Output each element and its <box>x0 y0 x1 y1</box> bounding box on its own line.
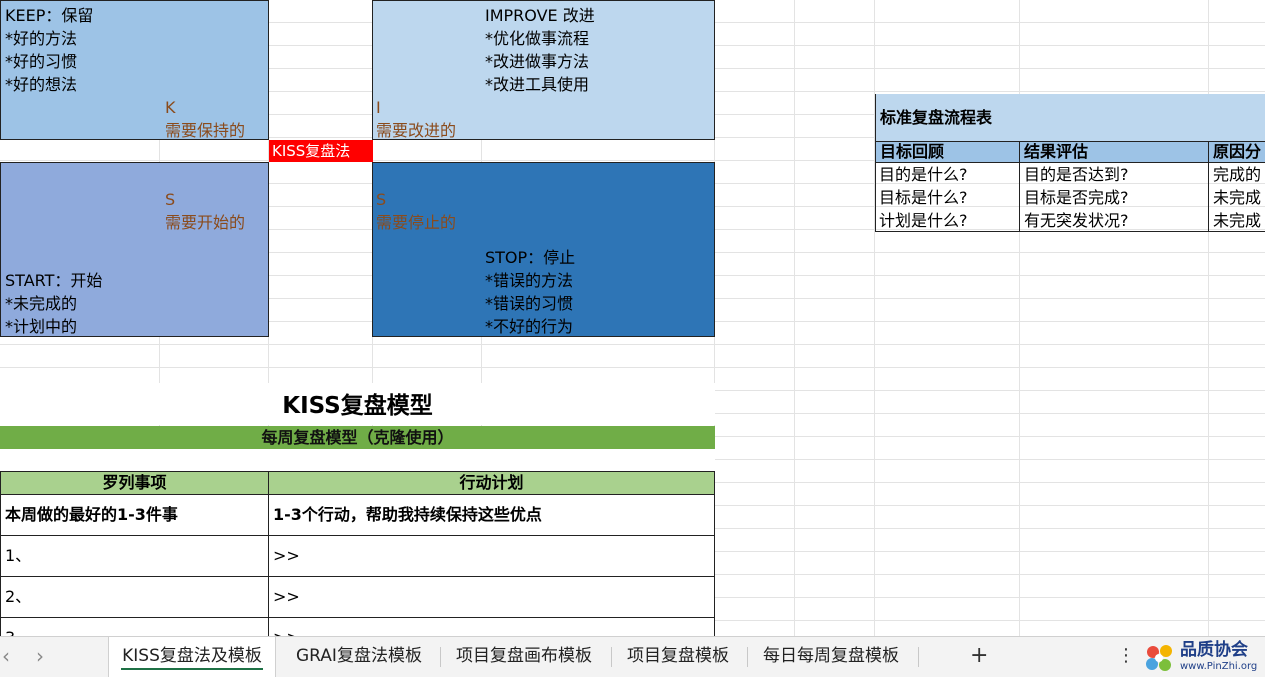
more-options-icon[interactable]: ⋮ <box>1117 637 1135 677</box>
improve-line-1: IMPROVE 改进 <box>485 6 595 25</box>
improve-line-3: *改进做事方法 <box>485 52 590 71</box>
review-header-result[interactable]: 结果评估 <box>1019 141 1209 163</box>
table-row-1-cause[interactable]: 完成的 <box>1209 164 1265 186</box>
scroll-right-icon[interactable]: › <box>36 637 44 677</box>
tab-daily-weekly-label: 每日每周复盘模板 <box>763 646 899 666</box>
improve-letter: I <box>376 98 381 117</box>
table-row-2-cause[interactable]: 未完成 <box>1209 187 1265 209</box>
review-table: 标准复盘流程表 目标回顾 结果评估 原因分 目的是什么? 目的是否达到? 完成的… <box>875 94 1265 232</box>
model-row-1-item[interactable]: 1、 <box>0 535 269 577</box>
kiss-center-label[interactable]: KISS复盘法 <box>269 140 373 162</box>
keep-line-3: *好的习惯 <box>5 52 78 71</box>
stop-line-1: STOP：停止 <box>485 248 576 267</box>
model-row-best-plan[interactable]: 1-3个行动，帮助我持续保持这些优点 <box>268 494 715 536</box>
stop-line-2: *错误的方法 <box>485 271 574 290</box>
table-row-3-cause[interactable]: 未完成 <box>1209 210 1265 232</box>
start-quadrant[interactable]: S 需要开始的 START：开始 *未完成的 *计划中的 <box>0 162 269 337</box>
model-row-2-plan[interactable]: >> <box>268 576 715 618</box>
keep-line-4: *好的想法 <box>5 75 78 94</box>
stop-letter: S <box>376 190 387 209</box>
add-sheet-button[interactable]: + <box>970 637 988 677</box>
start-line-2: *未完成的 <box>5 294 78 313</box>
keep-need: 需要保持的 <box>165 121 246 140</box>
review-header-goal[interactable]: 目标回顾 <box>875 141 1020 163</box>
improve-line-2: *优化做事流程 <box>485 29 590 48</box>
start-need: 需要开始的 <box>165 213 246 232</box>
model-row-3-plan[interactable]: >> <box>268 617 715 636</box>
stop-line-4: *不好的行为 <box>485 317 574 336</box>
model-header-plan[interactable]: 行动计划 <box>268 471 715 495</box>
model-row-best-items[interactable]: 本周做的最好的1-3件事 <box>0 494 269 536</box>
table-row-3-goal[interactable]: 计划是什么? <box>875 210 1019 232</box>
review-header-cause[interactable]: 原因分 <box>1208 141 1265 163</box>
sheet-tab-bar: ‹ › KISS复盘法及模板 GRAI复盘法模板 项目复盘画布模板 项目复盘模板… <box>0 636 1265 677</box>
tab-kiss[interactable]: KISS复盘法及模板 <box>108 637 276 677</box>
model-title[interactable]: KISS复盘模型 <box>0 386 715 426</box>
improve-quadrant[interactable]: IMPROVE 改进 *优化做事流程 *改进做事方法 *改进工具使用 I 需要改… <box>372 0 715 140</box>
model-row-2-item[interactable]: 2、 <box>0 576 269 618</box>
model-header-items[interactable]: 罗列事项 <box>0 471 269 495</box>
table-row-1-goal[interactable]: 目的是什么? <box>875 164 1019 186</box>
watermark-text: 品质协会 <box>1180 640 1248 660</box>
table-row-2-goal[interactable]: 目标是什么? <box>875 187 1019 209</box>
tab-kiss-label: KISS复盘法及模板 <box>122 646 262 666</box>
tab-project-canvas-label: 项目复盘画布模板 <box>456 646 592 666</box>
table-row-3-result[interactable]: 有无突发状况? <box>1020 210 1208 232</box>
flower-logo-icon <box>1146 645 1172 671</box>
watermark-logo: 品质协会 www.PinZhi.org <box>1142 639 1265 677</box>
keep-line-1: KEEP：保留 <box>5 6 94 25</box>
tab-grai-label: GRAI复盘法模板 <box>296 646 422 666</box>
tab-project-review-label: 项目复盘模板 <box>627 646 729 666</box>
model-subtitle[interactable]: 每周复盘模型（克隆使用） <box>0 426 715 449</box>
keep-line-2: *好的方法 <box>5 29 78 48</box>
start-line-1: START：开始 <box>5 271 103 290</box>
keep-quadrant[interactable]: KEEP：保留 *好的方法 *好的习惯 *好的想法 K 需要保持的 <box>0 0 269 140</box>
stop-line-3: *错误的习惯 <box>485 294 574 313</box>
model-row-1-plan[interactable]: >> <box>268 535 715 577</box>
watermark-url: www.PinZhi.org <box>1180 661 1258 672</box>
tab-project-review[interactable]: 项目复盘模板 <box>627 637 729 677</box>
improve-need: 需要改进的 <box>376 121 457 140</box>
stop-need: 需要停止的 <box>376 213 457 232</box>
table-row-2-result[interactable]: 目标是否完成? <box>1020 187 1208 209</box>
model-row-3-item[interactable]: 3、 <box>0 617 269 636</box>
tab-project-canvas[interactable]: 项目复盘画布模板 <box>456 637 592 677</box>
start-line-3: *计划中的 <box>5 317 78 336</box>
table-row-1-result[interactable]: 目的是否达到? <box>1020 164 1208 186</box>
tab-grai[interactable]: GRAI复盘法模板 <box>296 637 422 677</box>
active-tab-underline <box>121 668 263 670</box>
improve-line-4: *改进工具使用 <box>485 75 590 94</box>
stop-quadrant[interactable]: S 需要停止的 STOP：停止 *错误的方法 *错误的习惯 *不好的行为 <box>372 162 715 337</box>
review-table-title[interactable]: 标准复盘流程表 <box>875 94 1265 141</box>
start-letter: S <box>165 190 176 209</box>
scroll-left-icon[interactable]: ‹ <box>2 637 10 677</box>
model-gap <box>0 449 715 471</box>
tab-daily-weekly[interactable]: 每日每周复盘模板 <box>763 637 899 677</box>
spreadsheet-grid[interactable]: KEEP：保留 *好的方法 *好的习惯 *好的想法 K 需要保持的 IMPROV… <box>0 0 1265 636</box>
keep-letter: K <box>165 98 176 117</box>
